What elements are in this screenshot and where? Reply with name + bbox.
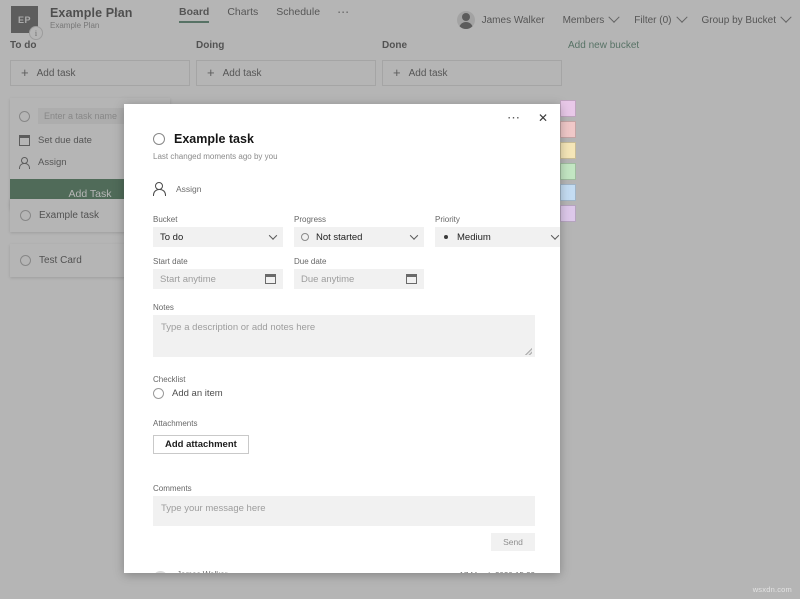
attachments-label: Attachments <box>153 419 535 428</box>
comment-placeholder: Type your message here <box>161 503 266 514</box>
comment-input[interactable]: Type your message here <box>153 496 535 526</box>
calendar-icon[interactable] <box>265 274 276 284</box>
comments-label: Comments <box>153 484 535 493</box>
label-swatch-blue[interactable] <box>560 184 576 201</box>
last-changed-text: Last changed moments ago by you <box>153 152 535 161</box>
progress-value: Not started <box>316 232 362 243</box>
start-date-input[interactable]: Start anytime <box>153 269 283 289</box>
not-started-circle-icon <box>301 233 309 241</box>
label-swatch-green[interactable] <box>560 163 576 180</box>
chevron-down-icon <box>410 231 418 239</box>
progress-select[interactable]: Not started <box>294 227 424 247</box>
label-swatch-yellow[interactable] <box>560 142 576 159</box>
close-icon[interactable]: ✕ <box>534 110 552 126</box>
progress-label: Progress <box>294 215 424 224</box>
activity-timestamp: 17 March 2020 15:22 <box>459 571 535 573</box>
start-date-placeholder: Start anytime <box>160 274 216 285</box>
avatar <box>153 571 168 573</box>
notes-label: Notes <box>153 303 535 312</box>
checklist-add-label: Add an item <box>172 388 223 399</box>
progress-field: Progress Not started <box>294 215 424 247</box>
priority-field: Priority Medium <box>435 215 560 247</box>
dialog-toolbar: ⋯ ✕ <box>504 110 552 126</box>
checklist-label: Checklist <box>153 375 535 384</box>
bucket-field: Bucket To do <box>153 215 283 247</box>
dialog-body: Example task Last changed moments ago by… <box>153 132 535 573</box>
due-date-field: Due date Due anytime <box>294 257 424 289</box>
send-button[interactable]: Send <box>491 533 535 551</box>
priority-select[interactable]: Medium <box>435 227 560 247</box>
add-attachment-button[interactable]: Add attachment <box>153 435 249 454</box>
label-swatch-pink[interactable] <box>560 100 576 117</box>
bucket-label: Bucket <box>153 215 283 224</box>
label-color-palette <box>560 100 576 226</box>
send-row: Send <box>153 533 535 551</box>
notes-textarea[interactable]: Type a description or add notes here <box>153 315 535 357</box>
bucket-value: To do <box>160 232 183 243</box>
chevron-down-icon <box>269 231 277 239</box>
due-date-input[interactable]: Due anytime <box>294 269 424 289</box>
label-swatch-red[interactable] <box>560 121 576 138</box>
priority-value: Medium <box>457 232 491 243</box>
medium-priority-icon <box>444 235 448 239</box>
checklist-add-item[interactable]: Add an item <box>153 388 535 399</box>
priority-label: Priority <box>435 215 560 224</box>
task-detail-dialog: ⋯ ✕ Example task Last changed moments ag… <box>124 104 560 573</box>
start-date-field: Start date Start anytime <box>153 257 283 289</box>
assign-button[interactable]: Assign <box>153 182 535 195</box>
bucket-select[interactable]: To do <box>153 227 283 247</box>
task-properties-row: Bucket To do Progress Not started <box>153 215 535 247</box>
more-options-icon[interactable]: ⋯ <box>504 110 524 126</box>
task-complete-circle-icon[interactable] <box>153 133 165 145</box>
notes-placeholder: Type a description or add notes here <box>161 322 315 333</box>
dialog-task-title[interactable]: Example task <box>174 132 254 146</box>
start-date-label: Start date <box>153 257 283 266</box>
due-date-placeholder: Due anytime <box>301 274 354 285</box>
task-dates-row: Start date Start anytime Due date Due an… <box>153 257 535 289</box>
watermark: wsxdn.com <box>753 585 792 594</box>
screen: EP i Example Plan ☆ Example Plan Board C… <box>0 0 800 599</box>
dialog-task-header: Example task <box>153 132 535 146</box>
due-date-label: Due date <box>294 257 424 266</box>
activity-entry: James Walker New Task Example task creat… <box>153 570 535 573</box>
assign-label: Assign <box>176 184 202 194</box>
calendar-icon[interactable] <box>406 274 417 284</box>
checklist-circle-icon <box>153 388 164 399</box>
chevron-down-icon <box>551 231 559 239</box>
label-swatch-purple[interactable] <box>560 205 576 222</box>
resize-handle-icon[interactable] <box>525 348 532 355</box>
person-add-icon <box>153 182 166 195</box>
